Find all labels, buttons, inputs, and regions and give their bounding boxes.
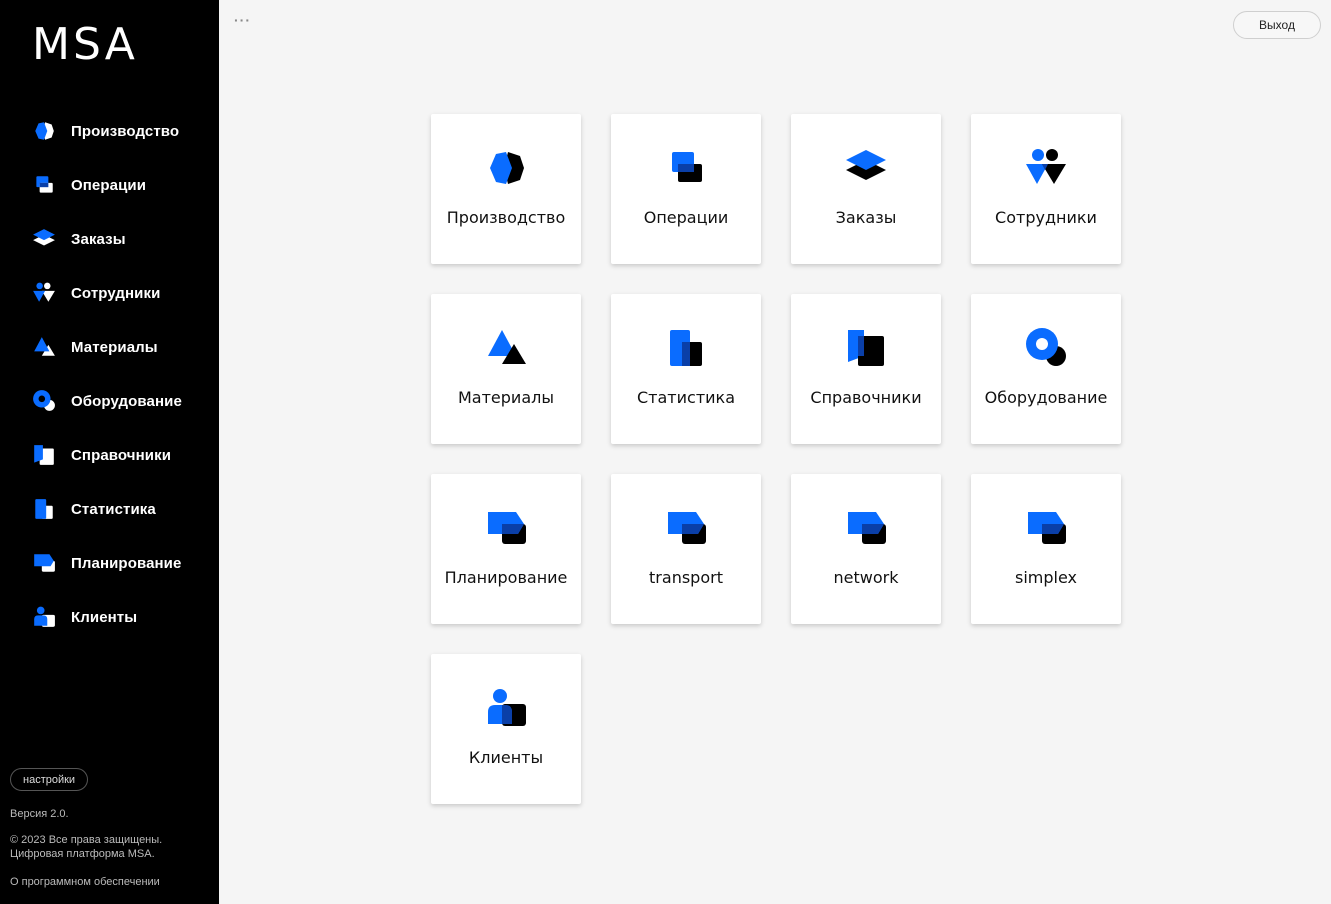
module-tile-label: simplex bbox=[1015, 568, 1077, 587]
module-tile[interactable]: Материалы bbox=[431, 294, 581, 444]
module-tile[interactable]: Справочники bbox=[791, 294, 941, 444]
sidebar-item-label: Планирование bbox=[71, 554, 182, 572]
sidebar-nav: Производство Операции Заказы Сотрудники Мате… bbox=[0, 104, 219, 644]
sidebar-item-orders[interactable]: Заказы bbox=[0, 212, 219, 266]
materials-icon bbox=[484, 326, 528, 370]
employees-icon bbox=[1024, 146, 1068, 190]
module-tile[interactable]: simplex bbox=[971, 474, 1121, 624]
module-tile-label: transport bbox=[649, 568, 723, 587]
module-tile[interactable]: network bbox=[791, 474, 941, 624]
svg-text:MSA: MSA bbox=[32, 22, 138, 64]
planning-icon bbox=[484, 506, 528, 550]
module-tile-label: Сотрудники bbox=[995, 208, 1097, 227]
sidebar-item-label: Сотрудники bbox=[71, 284, 161, 302]
module-grid: Производство Операции Заказы Сотрудники Мате… bbox=[431, 114, 1121, 804]
module-tile[interactable]: Планирование bbox=[431, 474, 581, 624]
orders-icon bbox=[32, 227, 56, 251]
module-tile-label: Клиенты bbox=[468, 748, 544, 767]
references-icon bbox=[32, 443, 56, 467]
planning-icon bbox=[844, 506, 888, 550]
sidebar-item-operations[interactable]: Операции bbox=[0, 158, 219, 212]
msa-logo[interactable]: MSA bbox=[32, 19, 182, 70]
equipment-icon bbox=[1024, 326, 1068, 370]
module-tile-label: Оборудование bbox=[984, 388, 1108, 407]
sidebar: MSA Производство Операции Заказы Сотрудники… bbox=[0, 0, 219, 904]
module-tile[interactable]: Клиенты bbox=[431, 654, 581, 804]
sidebar-item-references[interactable]: Справочники bbox=[0, 428, 219, 482]
more-menu-icon[interactable]: ··· bbox=[234, 12, 251, 28]
sidebar-item-employees[interactable]: Сотрудники bbox=[0, 266, 219, 320]
orders-icon bbox=[844, 146, 888, 190]
operations-icon bbox=[32, 173, 56, 197]
module-tile-label: Справочники bbox=[810, 388, 922, 407]
sidebar-item-planning[interactable]: Планирование bbox=[0, 536, 219, 590]
copyright-text: © 2023 Все права защищены. Цифровая плат… bbox=[10, 833, 162, 861]
logout-button[interactable]: Выход bbox=[1233, 11, 1321, 39]
production-icon bbox=[484, 146, 528, 190]
sidebar-item-materials[interactable]: Материалы bbox=[0, 320, 219, 374]
sidebar-item-label: Оборудование bbox=[71, 392, 182, 410]
module-tile-label: Статистика bbox=[637, 388, 735, 407]
sidebar-item-label: Справочники bbox=[71, 446, 172, 464]
statistics-icon bbox=[664, 326, 708, 370]
version-text: Версия 2.0. bbox=[10, 808, 69, 820]
planning-icon bbox=[1024, 506, 1068, 550]
sidebar-item-label: Операции bbox=[71, 176, 147, 194]
settings-button[interactable]: настройки bbox=[10, 768, 89, 791]
module-tile-label: Заказы bbox=[835, 208, 897, 227]
operations-icon bbox=[664, 146, 708, 190]
module-tile[interactable]: Заказы bbox=[791, 114, 941, 264]
module-tile[interactable]: Операции bbox=[611, 114, 761, 264]
sidebar-item-statistics[interactable]: Статистика bbox=[0, 482, 219, 536]
statistics-icon bbox=[32, 497, 56, 521]
module-tile[interactable]: transport bbox=[611, 474, 761, 624]
sidebar-item-label: Заказы bbox=[71, 230, 126, 248]
sidebar-item-label: Материалы bbox=[71, 338, 158, 356]
module-tile[interactable]: Статистика bbox=[611, 294, 761, 444]
sidebar-item-production[interactable]: Производство bbox=[0, 104, 219, 158]
about-software-link[interactable]: О программном обеспечении bbox=[10, 875, 160, 889]
module-tile[interactable]: Сотрудники bbox=[971, 114, 1121, 264]
copyright-line-2: Цифровая платформа MSA. bbox=[10, 848, 155, 860]
sidebar-item-equipment[interactable]: Оборудование bbox=[0, 374, 219, 428]
materials-icon bbox=[32, 335, 56, 359]
module-tile-label: network bbox=[833, 568, 899, 587]
module-tile-label: Материалы bbox=[458, 388, 554, 407]
sidebar-item-label: Производство bbox=[71, 122, 180, 140]
employees-icon bbox=[32, 281, 56, 305]
module-tile-label: Производство bbox=[446, 208, 566, 227]
copyright-line-1: © 2023 Все права защищены. bbox=[10, 834, 163, 846]
module-tile[interactable]: Оборудование bbox=[971, 294, 1121, 444]
clients-icon bbox=[484, 686, 528, 730]
production-icon bbox=[32, 119, 56, 143]
module-tile[interactable]: Производство bbox=[431, 114, 581, 264]
references-icon bbox=[844, 326, 888, 370]
planning-icon bbox=[32, 551, 56, 575]
sidebar-item-clients[interactable]: Клиенты bbox=[0, 590, 219, 644]
msa-logo-mark: MSA bbox=[32, 19, 138, 70]
sidebar-item-label: Клиенты bbox=[71, 608, 138, 626]
clients-icon bbox=[32, 605, 56, 629]
planning-icon bbox=[664, 506, 708, 550]
module-tile-label: Операции bbox=[643, 208, 729, 227]
sidebar-item-label: Статистика bbox=[71, 500, 156, 518]
module-tile-label: Планирование bbox=[444, 568, 568, 587]
equipment-icon bbox=[32, 389, 56, 413]
